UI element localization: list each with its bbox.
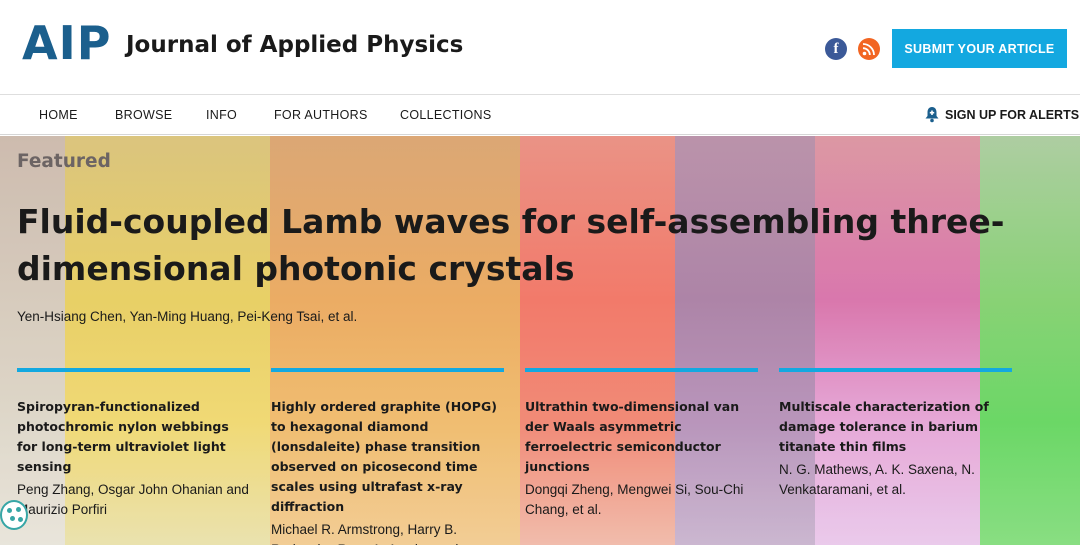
submit-article-button[interactable]: SUBMIT YOUR ARTICLE — [892, 29, 1067, 68]
nav-home[interactable]: HOME — [39, 108, 78, 122]
dot — [7, 508, 12, 513]
article-card: Highly ordered graphite (HOPG) to hexago… — [271, 368, 504, 545]
card-accent-bar — [271, 368, 504, 372]
article-card: Spiropyran-functionalized photochromic n… — [17, 368, 250, 520]
rss-icon[interactable] — [858, 38, 880, 60]
card-accent-bar — [17, 368, 250, 372]
article-card-authors: N. G. Mathews, A. K. Saxena, N. Venkatar… — [779, 462, 975, 497]
card-accent-bar — [779, 368, 1012, 372]
facebook-icon[interactable]: f — [825, 38, 847, 60]
featured-label: Featured — [17, 151, 111, 172]
main-nav: HOME BROWSE INFO FOR AUTHORS COLLECTIONS… — [0, 96, 1080, 135]
bell-icon — [925, 107, 939, 123]
article-card: Ultrathin two-dimensional van der Waals … — [525, 368, 758, 520]
nav-for-authors[interactable]: FOR AUTHORS — [274, 108, 368, 122]
article-card: Multiscale characterization of damage to… — [779, 368, 1012, 500]
dot — [10, 516, 15, 521]
alerts-label: SIGN UP FOR ALERTS — [945, 107, 1080, 122]
article-card-authors: Dongqi Zheng, Mengwei Si, Sou-Chi Chang,… — [525, 482, 744, 517]
featured-hero: Featured Fluid-coupled Lamb waves for se… — [0, 136, 1080, 545]
nav-browse[interactable]: BROWSE — [115, 108, 172, 122]
sign-up-alerts-link[interactable]: SIGN UP FOR ALERTS — [924, 106, 1079, 123]
cookie-settings-icon[interactable] — [0, 500, 28, 530]
featured-article-title[interactable]: Fluid-coupled Lamb waves for self-assemb… — [17, 198, 1067, 292]
article-card-authors: Michael R. Armstrong, Harry B. Radousky,… — [271, 522, 462, 545]
dot — [18, 517, 23, 522]
featured-article-authors: Yen-Hsiang Chen, Yan-Ming Huang, Pei-Ken… — [17, 309, 358, 324]
aip-logo[interactable]: AIP — [22, 20, 111, 66]
article-card-title[interactable]: Spiropyran-functionalized photochromic n… — [17, 397, 250, 477]
article-card-title[interactable]: Multiscale characterization of damage to… — [779, 397, 1012, 457]
article-card-authors: Peng Zhang, Osgar John Ohanian and Mauri… — [17, 482, 249, 517]
site-header: AIP Journal of Applied Physics f SUBMIT … — [0, 0, 1080, 95]
nav-collections[interactable]: COLLECTIONS — [400, 108, 492, 122]
rss-glyph — [862, 43, 875, 56]
nav-info[interactable]: INFO — [206, 108, 237, 122]
card-accent-bar — [525, 368, 758, 372]
article-card-title[interactable]: Ultrathin two-dimensional van der Waals … — [525, 397, 758, 477]
dot — [16, 507, 21, 512]
journal-title[interactable]: Journal of Applied Physics — [126, 31, 463, 59]
article-card-title[interactable]: Highly ordered graphite (HOPG) to hexago… — [271, 397, 504, 517]
